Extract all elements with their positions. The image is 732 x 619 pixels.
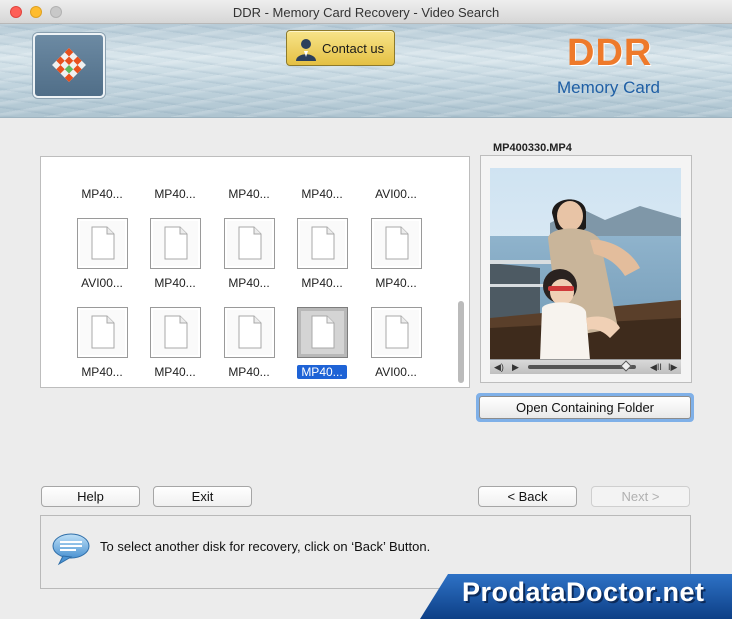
file-name-label: MP40... xyxy=(288,187,356,201)
file-name-label: MP40... xyxy=(288,365,356,379)
window-title: DDR - Memory Card Recovery - Video Searc… xyxy=(232,5,500,20)
file-name-text: MP40... xyxy=(301,276,343,290)
file-thumbnail-grid[interactable]: MP40... MP40... MP40... MP40... AVI00... AVI0… xyxy=(40,156,470,388)
file-name-text: MP40... xyxy=(297,365,347,379)
file-name-label: MP40... xyxy=(141,276,209,290)
help-button[interactable]: Help xyxy=(41,486,140,507)
file-name-label: AVI00... xyxy=(362,365,430,379)
skip-back-icon[interactable]: ◀II xyxy=(650,362,662,372)
contact-us-button[interactable]: Contact us xyxy=(286,30,395,66)
file-name-label: AVI00... xyxy=(68,276,136,290)
file-name-text: MP40... xyxy=(154,365,196,379)
back-button[interactable]: < Back xyxy=(478,486,577,507)
video-file-icon xyxy=(371,218,422,269)
open-containing-folder-label: Open Containing Folder xyxy=(479,396,691,419)
header-banner: Contact us DDR Memory Card xyxy=(0,24,732,118)
file-name-label: MP40... xyxy=(68,187,136,201)
video-file-icon xyxy=(371,307,422,358)
video-file-icon xyxy=(150,307,201,358)
file-name-text: AVI00... xyxy=(375,187,417,201)
video-file-icon xyxy=(297,307,348,358)
video-file-icon xyxy=(77,307,128,358)
video-preview-image xyxy=(490,168,681,360)
watermark-text: ProdataDoctor.net xyxy=(462,577,705,607)
preview-filename: MP400330.MP4 xyxy=(490,142,575,154)
file-name-label: MP40... xyxy=(362,276,430,290)
file-name-text: MP40... xyxy=(228,187,270,201)
file-name-text: MP40... xyxy=(301,187,343,201)
video-file-icon xyxy=(77,156,128,157)
video-file-icon xyxy=(224,156,275,157)
file-name-label: MP40... xyxy=(288,276,356,290)
watermark-banner: ProdataDoctor.net xyxy=(420,574,732,619)
video-player-controls: ◀) ▶ ◀II I▶ xyxy=(490,359,681,374)
checkered-diamond-logo-icon xyxy=(52,48,86,82)
speech-bubble-icon xyxy=(52,533,90,566)
open-containing-folder-button[interactable]: Open Containing Folder xyxy=(476,393,694,422)
info-message-text: To select another disk for recovery, cli… xyxy=(100,539,431,554)
title-bar: DDR - Memory Card Recovery - Video Searc… xyxy=(0,0,732,24)
file-name-text: MP40... xyxy=(81,187,123,201)
volume-icon[interactable]: ◀) xyxy=(494,362,504,372)
file-name-text: MP40... xyxy=(375,276,417,290)
play-icon[interactable]: ▶ xyxy=(512,362,519,372)
file-name-text: MP40... xyxy=(81,365,123,379)
file-name-label: MP40... xyxy=(215,187,283,201)
file-name-label: AVI00... xyxy=(362,187,430,201)
next-button[interactable]: Next > xyxy=(591,486,690,507)
file-name-label: MP40... xyxy=(215,276,283,290)
file-name-label: MP40... xyxy=(68,365,136,379)
contact-us-label: Contact us xyxy=(322,41,385,56)
exit-button[interactable]: Exit xyxy=(153,486,252,507)
file-name-text: AVI00... xyxy=(375,365,417,379)
file-name-text: AVI00... xyxy=(81,276,123,290)
file-name-label: MP40... xyxy=(215,365,283,379)
brand-name: DDR xyxy=(567,32,653,74)
file-name-label: MP40... xyxy=(141,187,209,201)
file-name-text: MP40... xyxy=(228,365,270,379)
video-file-icon xyxy=(224,218,275,269)
video-file-icon xyxy=(150,156,201,157)
video-file-icon xyxy=(297,156,348,157)
video-file-icon xyxy=(150,218,201,269)
app-logo xyxy=(33,33,105,98)
brand-subtitle: Memory Card xyxy=(557,78,660,97)
file-name-text: MP40... xyxy=(228,276,270,290)
grid-scrollbar[interactable] xyxy=(458,301,464,383)
app-window: DDR - Memory Card Recovery - Video Searc… xyxy=(0,0,732,619)
file-name-text: MP40... xyxy=(154,187,196,201)
skip-forward-icon[interactable]: I▶ xyxy=(668,362,677,372)
video-file-icon xyxy=(224,307,275,358)
video-file-icon xyxy=(77,218,128,269)
file-name-label: MP40... xyxy=(141,365,209,379)
person-icon xyxy=(296,39,316,61)
seek-handle[interactable] xyxy=(620,360,632,372)
file-name-text: MP40... xyxy=(154,276,196,290)
video-file-icon xyxy=(297,218,348,269)
video-file-icon xyxy=(371,156,422,157)
